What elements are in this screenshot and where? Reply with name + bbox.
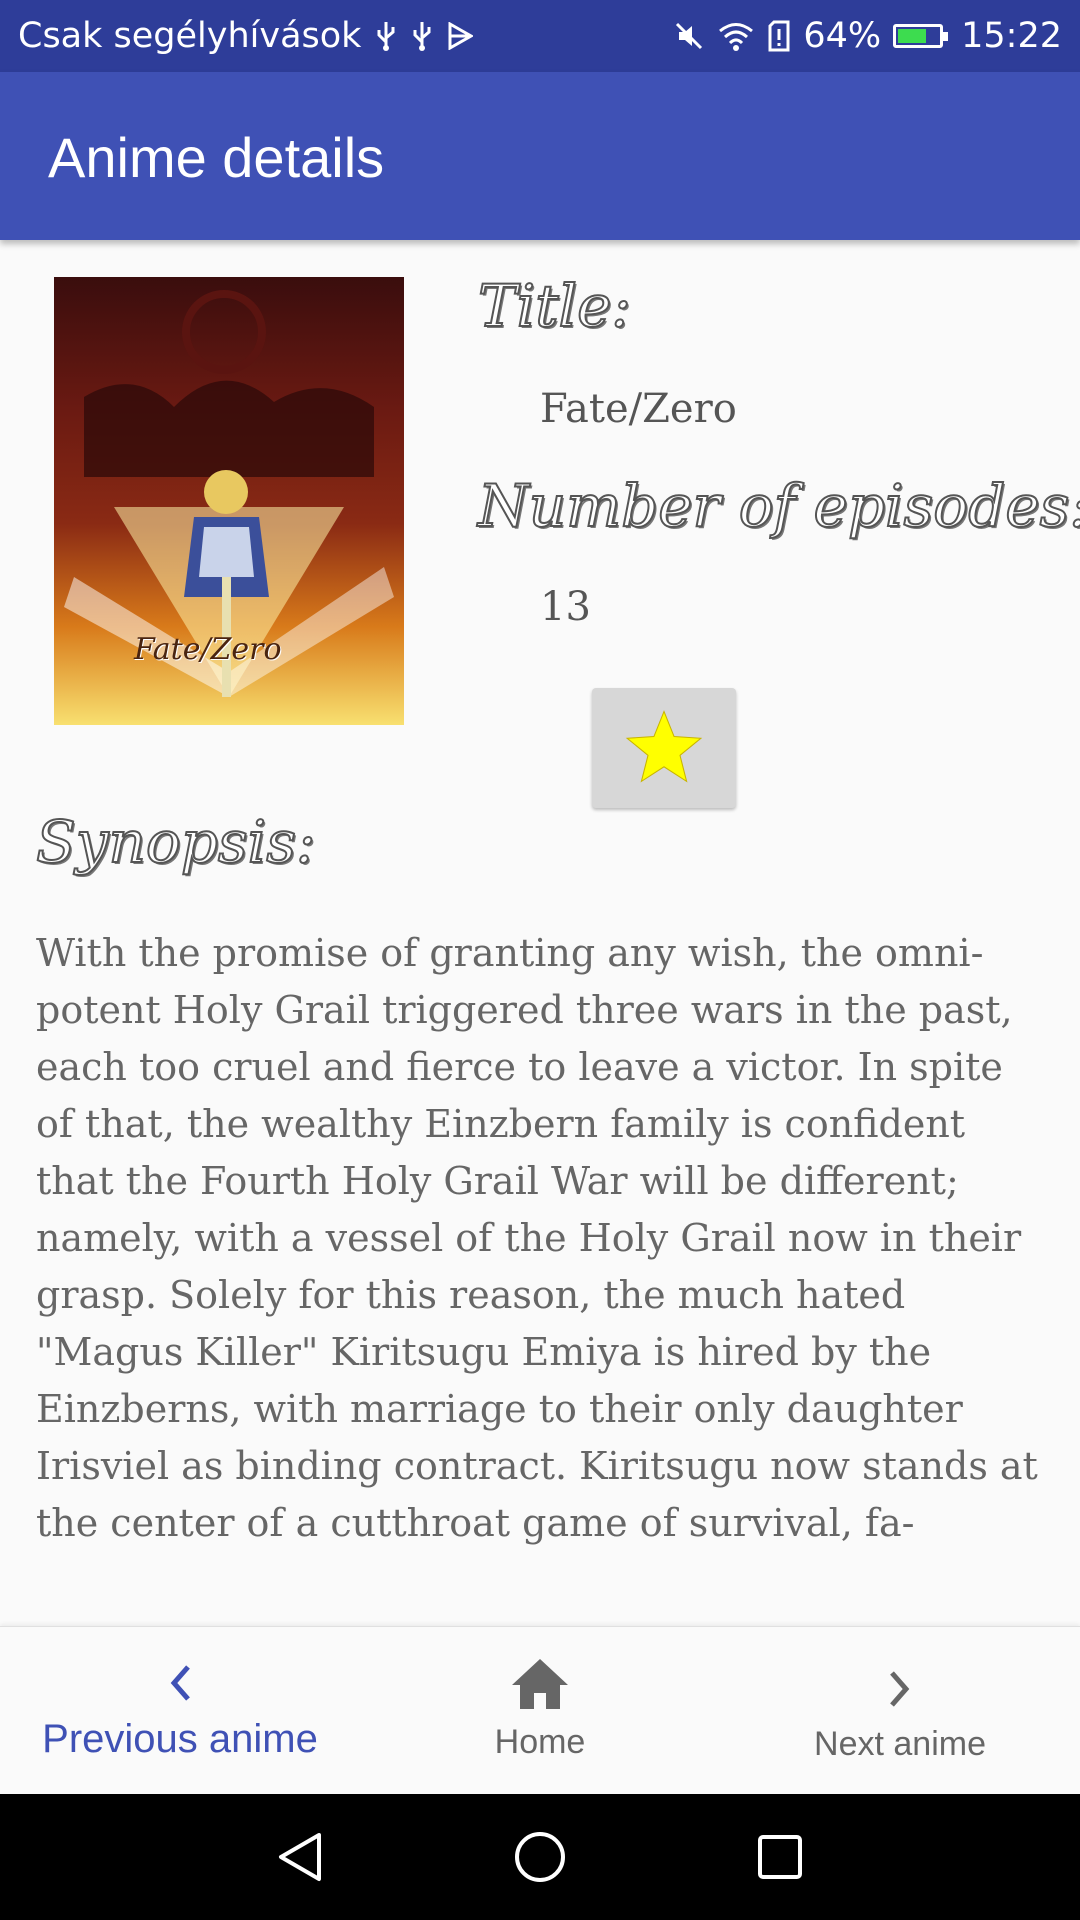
nav-next-label: Next anime (814, 1725, 986, 1763)
synopsis-text: With the promise of granting any wish, t… (36, 931, 1038, 1545)
episodes-label: Number of episodes: (477, 471, 1080, 541)
clock: 15:22 (961, 16, 1062, 56)
nav-previous-anime[interactable]: Previous anime (0, 1627, 360, 1795)
anime-poster-image: Fate/Zero (54, 277, 404, 725)
usb-icon (375, 20, 397, 52)
sim-alert-icon (767, 20, 791, 52)
battery-percent: 64% (803, 16, 882, 56)
battery-charging-icon (893, 24, 949, 48)
chevron-right-icon (886, 1669, 914, 1709)
page-title: Anime details (48, 126, 385, 189)
title-value: Fate/Zero (540, 386, 737, 432)
nav-previous-label: Previous anime (42, 1717, 318, 1761)
back-icon[interactable] (240, 1794, 360, 1920)
bottom-navigation: Previous anime Home Next anime (0, 1626, 1080, 1795)
wifi-icon (717, 20, 755, 52)
poster-caption: Fate/Zero (134, 632, 282, 667)
title-label: Title: (477, 271, 632, 341)
nav-home[interactable]: Home (360, 1627, 720, 1795)
system-navigation-bar (0, 1794, 1080, 1920)
home-circle-icon[interactable] (480, 1794, 600, 1920)
usb-icon (411, 20, 433, 52)
home-icon (510, 1657, 570, 1709)
episodes-value: 13 (540, 584, 591, 630)
nav-home-label: Home (494, 1723, 586, 1761)
synopsis-label: Synopsis: (35, 807, 317, 877)
star-icon (625, 710, 703, 783)
status-bar: Csak segélyhívások 64% 15:22 (0, 0, 1080, 72)
mute-icon (673, 20, 705, 52)
favorite-button[interactable] (592, 688, 736, 808)
chevron-left-icon (166, 1663, 194, 1703)
app-bar: Anime details (0, 72, 1080, 240)
recents-icon[interactable] (720, 1794, 840, 1920)
nav-next-anime[interactable]: Next anime (720, 1627, 1080, 1795)
play-store-icon (447, 22, 474, 50)
carrier-text: Csak segélyhívások (18, 16, 362, 56)
